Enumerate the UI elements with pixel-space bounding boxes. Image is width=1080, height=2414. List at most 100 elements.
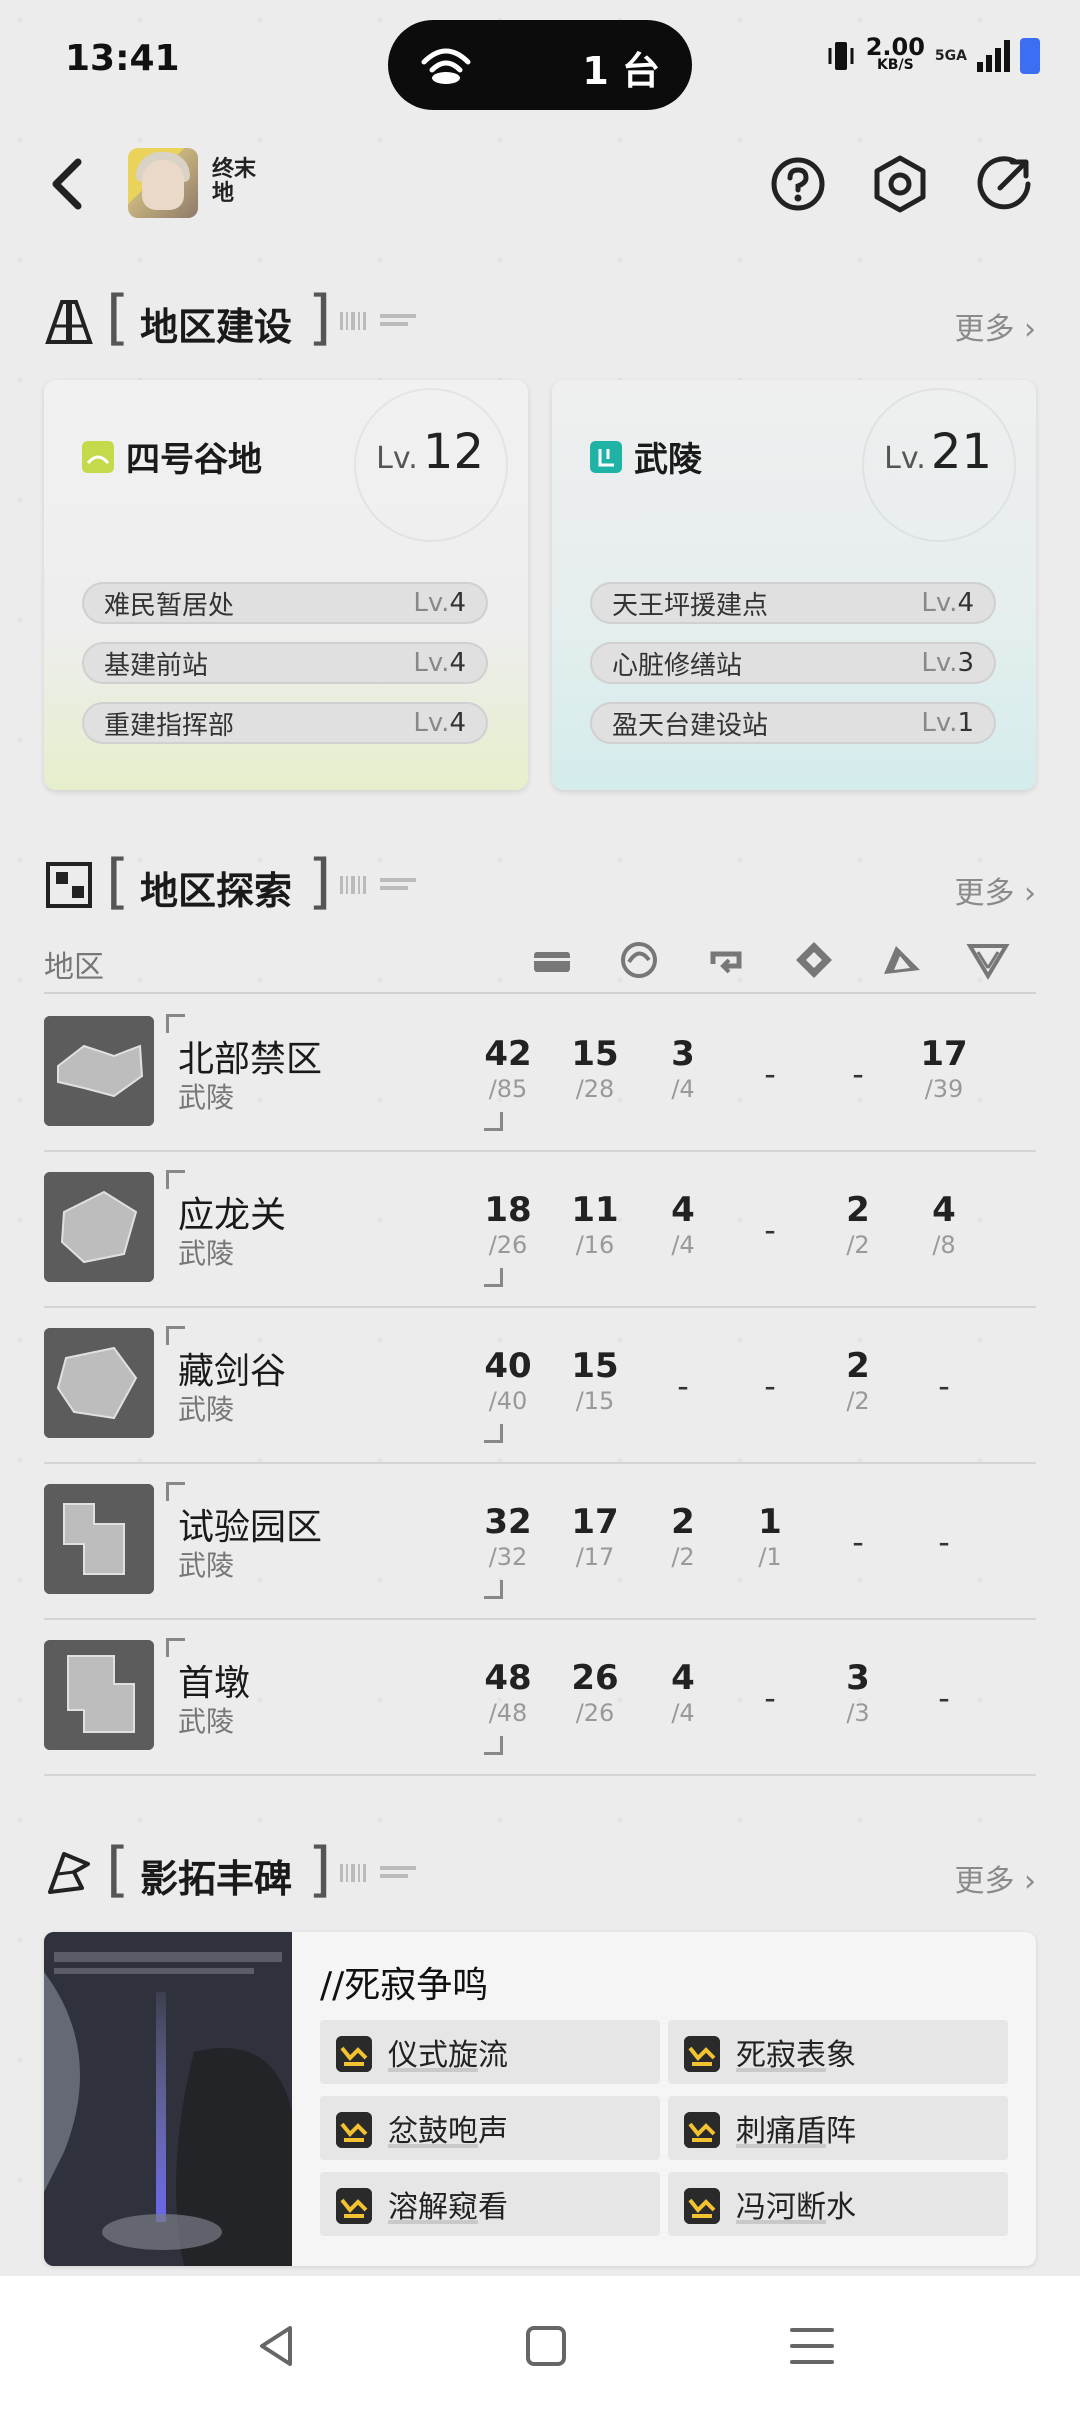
area-region: 武陵: [178, 1081, 235, 1114]
collection-stat: 2/2: [671, 1502, 695, 1571]
nav-back-icon[interactable]: [248, 2316, 308, 2376]
building-row[interactable]: 盈天台建设站 Lv.1: [590, 702, 996, 744]
signal-bars-icon: [977, 40, 1010, 72]
collection-stat: 17/39: [920, 1034, 968, 1103]
building-row[interactable]: 基建前站 Lv.4: [82, 642, 488, 684]
building-row[interactable]: 重建指挥部 Lv.4: [82, 702, 488, 744]
region-level: Lv. 12: [376, 424, 484, 480]
exploration-row[interactable]: 首墩 武陵 48/48 26/26 4/4 - 3/3 -: [44, 1618, 1036, 1776]
area-map-thumbnail: [44, 1172, 154, 1282]
crystal-icon: [884, 946, 920, 974]
achievement-artwork: [44, 1932, 292, 2266]
achievement-more-link[interactable]: 更多 ›: [954, 1856, 1036, 1900]
region-card-wuling[interactable]: 武陵 Lv. 21 天王坪援建点 Lv.4 心脏修缮站 Lv.3 盈天台建设站 …: [552, 380, 1036, 790]
collection-stat: 3/4: [671, 1034, 695, 1103]
back-button[interactable]: [40, 152, 100, 216]
net-speed: 2.00 KB/S: [865, 33, 925, 73]
achievement-badge-icon: [684, 2188, 720, 2224]
area-name: 应龙关: [178, 1195, 287, 1236]
achievement-card-title: //死寂争鸣: [320, 1965, 489, 2006]
status-indicators: 2.00 KB/S 5GA: [826, 33, 1040, 74]
status-time: 13:41: [65, 38, 180, 79]
area-region: 武陵: [178, 1549, 235, 1582]
achievement-item[interactable]: 忿鼓咆声: [320, 2096, 660, 2160]
share-icon[interactable]: [972, 152, 1036, 216]
construction-more-link[interactable]: 更多 ›: [954, 304, 1036, 348]
region-badge-icon: [82, 440, 114, 473]
achievement-card[interactable]: //死寂争鸣 仪式旋流 死寂表象 忿鼓咆声 刺痛盾阵 溶解窥看 冯河断水: [44, 1932, 1036, 2266]
exploration-header: [ 地区探索 ] 更多 ›: [44, 850, 1036, 920]
chest-icon: [534, 952, 570, 972]
area-map-thumbnail: [44, 1016, 154, 1126]
corner-decoration: [484, 1424, 503, 1443]
collection-stat: 11/16: [571, 1190, 619, 1259]
diamond-icon: [796, 942, 832, 978]
area-name: 北部禁区: [178, 1039, 323, 1080]
bracket-left: [: [106, 283, 130, 353]
collection-stat: -: [764, 1367, 776, 1405]
achievement-item[interactable]: 仪式旋流: [320, 2020, 660, 2084]
building-row[interactable]: 心脏修缮站 Lv.3: [590, 642, 996, 684]
help-icon[interactable]: [766, 152, 830, 216]
collection-stat: -: [852, 1055, 864, 1093]
achievement-item[interactable]: 溶解窥看: [320, 2172, 660, 2236]
system-nav-bar: [0, 2276, 1080, 2414]
corner-decoration: [484, 1268, 503, 1287]
bracket-right: ]: [308, 283, 332, 353]
avatar[interactable]: [128, 148, 198, 218]
collection-stat: 2/2: [846, 1190, 870, 1259]
area-name: 藏剑谷: [178, 1351, 287, 1392]
building-row[interactable]: 天王坪援建点 Lv.4: [590, 582, 996, 624]
achievement-subline: [388, 2220, 478, 2224]
exploration-title: 地区探索: [140, 869, 293, 913]
collection-stat: 48/48: [484, 1658, 532, 1727]
collection-stat: -: [677, 1367, 689, 1405]
collection-stat: 18/26: [484, 1190, 532, 1259]
achievement-badge-icon: [684, 2112, 720, 2148]
column-label: 地区: [44, 950, 104, 985]
achievement-item[interactable]: 冯河断水: [668, 2172, 1008, 2236]
collection-stat: 4/4: [671, 1190, 695, 1259]
achievement-badge-icon: [336, 2112, 372, 2148]
area-region: 武陵: [178, 1237, 235, 1270]
collection-stat: 15/15: [571, 1346, 619, 1415]
achievement-item[interactable]: 刺痛盾阵: [668, 2096, 1008, 2160]
settings-icon[interactable]: [868, 152, 932, 216]
barcode-decoration: [340, 1864, 416, 1882]
area-map-thumbnail: [44, 1484, 154, 1594]
construction-header: [ 地区建设 ] 更多 ›: [44, 286, 1036, 356]
corner-decoration: [484, 1736, 503, 1755]
island-count: 1 台: [582, 49, 660, 93]
collection-stat: 32/32: [484, 1502, 532, 1571]
achievement-header: [ 影拓丰碑 ] 更多 ›: [44, 1838, 1036, 1908]
collection-stat: 2/2: [846, 1346, 870, 1415]
exploration-row[interactable]: 应龙关 武陵 18/26 11/16 4/4 - 2/2 4/8: [44, 1150, 1036, 1308]
exploration-row[interactable]: 试验园区 武陵 32/32 17/17 2/2 1/1 - -: [44, 1462, 1036, 1620]
map-grid-icon: [46, 862, 92, 908]
collection-stat: 1/1: [758, 1502, 782, 1571]
game-logo: 终末地: [212, 157, 257, 206]
network-type: 5GA: [934, 48, 967, 64]
collection-stat: -: [852, 1523, 864, 1561]
nav-home-icon[interactable]: [516, 2316, 576, 2376]
collection-stat: 42/85: [484, 1034, 532, 1103]
vibrate-icon: [828, 42, 854, 70]
barcode-decoration: [340, 312, 416, 330]
region-level: Lv. 21: [884, 424, 992, 480]
corner-decoration: [484, 1580, 503, 1599]
collection-stat: 40/40: [484, 1346, 532, 1415]
flag-icon: [48, 1852, 90, 1894]
achievement-subline: [736, 2144, 826, 2148]
dynamic-island[interactable]: 1 台: [388, 20, 692, 110]
achievement-badge-icon: [336, 2036, 372, 2072]
exploration-more-link[interactable]: 更多 ›: [954, 868, 1036, 912]
nav-menu-icon[interactable]: [782, 2316, 842, 2376]
achievement-title: 影拓丰碑: [140, 1857, 293, 1901]
exploration-row[interactable]: 北部禁区 武陵 42/85 15/28 3/4 - - 17/39: [44, 994, 1036, 1152]
area-map-thumbnail: [44, 1328, 154, 1438]
exploration-row[interactable]: 藏剑谷 武陵 40/40 15/15 - - 2/2 -: [44, 1306, 1036, 1464]
region-card-siaohao[interactable]: 四号谷地 Lv. 12 难民暂居处 Lv.4 基建前站 Lv.4 重建指挥部 L…: [44, 380, 528, 790]
building-row[interactable]: 难民暂居处 Lv.4: [82, 582, 488, 624]
bracket-left: [: [106, 847, 130, 917]
achievement-item[interactable]: 死寂表象: [668, 2020, 1008, 2084]
